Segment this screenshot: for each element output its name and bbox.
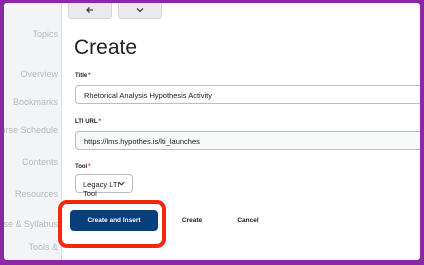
main-window: Topics Overview Bookmarks Course Schedul… — [4, 3, 420, 260]
lti-url-label: LTI URL* — [75, 119, 101, 125]
title-label: Title* — [75, 73, 91, 79]
cancel-button[interactable]: Cancel — [222, 210, 274, 231]
create-button[interactable]: Create — [166, 210, 218, 231]
toolbar — [68, 3, 162, 21]
page-title: Create — [74, 36, 138, 59]
more-options-button[interactable] — [118, 3, 162, 19]
chevron-down-icon — [118, 181, 125, 186]
tool-label: Tool* — [75, 164, 91, 170]
back-arrow-icon — [86, 7, 93, 13]
tool-select[interactable]: Legacy LTI Tool — [75, 174, 133, 198]
title-input[interactable]: Rhetorical Analysis Hypothesis Activity — [75, 85, 420, 104]
lti-url-input[interactable]: https://lms.hypothes.is/lti_launches — [75, 131, 420, 150]
sidebar: Topics Overview Bookmarks Course Schedul… — [4, 3, 62, 260]
back-button[interactable] — [68, 3, 112, 19]
chevron-down-icon — [136, 8, 144, 13]
highlight-box — [58, 200, 166, 248]
